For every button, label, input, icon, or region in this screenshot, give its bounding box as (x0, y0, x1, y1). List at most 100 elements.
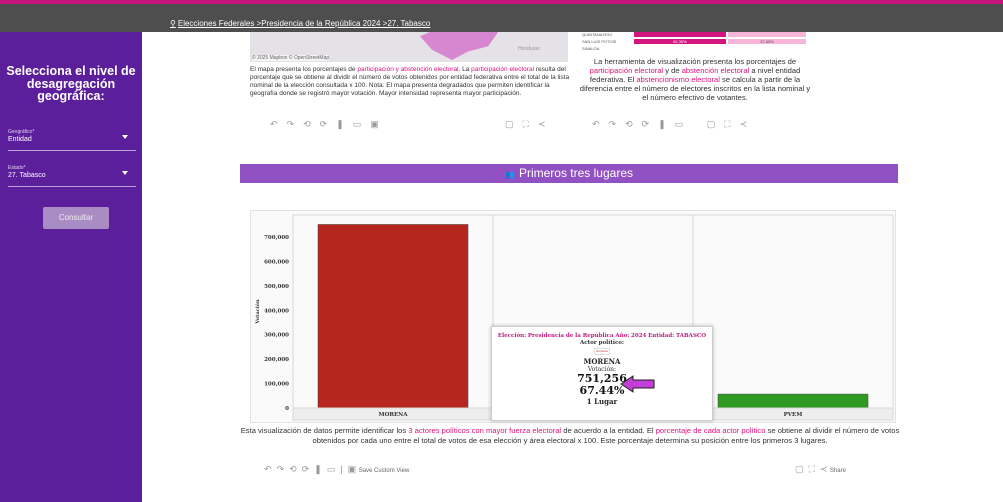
tooltip-percent: 67.44% (579, 384, 625, 397)
refresh-icon[interactable]: ⟳ (302, 464, 310, 474)
save-view-icon[interactable]: ▣ (348, 464, 357, 474)
tableau-toolbar-chart: ↶ ↷ ⟲ ⟳ ❚ ▭ | ▣ Save Custom View (264, 464, 410, 474)
map-place-label: Honduras (518, 46, 540, 52)
table-row: SINALOA (582, 46, 808, 51)
people-icon: 👥 (504, 170, 515, 179)
bar (717, 393, 869, 409)
text: . La (458, 66, 472, 73)
sidebar-title: Selecciona el nivel de desagregación geo… (6, 64, 136, 103)
tableau-toolbar-map-right: ▢ ⛶ ≺ (505, 119, 554, 131)
share-icon[interactable]: ≺ (820, 464, 828, 474)
view-icon[interactable]: ▣ (370, 119, 379, 130)
table-row: SAN LUIS POTOSÍ 62.35% 37.65% (582, 39, 808, 44)
chevron-down-icon[interactable] (122, 135, 128, 139)
revert-icon[interactable]: ⟲ (625, 119, 633, 130)
tooltip: Elección: Presidencia de la República Añ… (491, 326, 713, 421)
tooltip-party: MORENA (583, 357, 621, 366)
share-icon[interactable]: ≺ (740, 119, 748, 130)
replay-icon[interactable]: ▭ (675, 119, 684, 130)
text: de acuerdo a la entidad. El (561, 426, 656, 435)
share-button[interactable]: Share (830, 468, 846, 474)
consultar-button[interactable]: Consultar (43, 207, 109, 229)
viz-description: La herramienta de visualización presenta… (578, 57, 812, 102)
participation-bar: 62.35% (634, 39, 726, 44)
tooltip-actor-label: Actor político: (579, 340, 624, 346)
highlight: abstención electoral (681, 66, 750, 75)
participation-bar (634, 32, 726, 37)
tooltip-label: Elección: (497, 333, 527, 339)
y-tick-label: 700,000 (264, 235, 289, 241)
estado-value[interactable]: 27. Tabasco (8, 172, 130, 179)
tableau-toolbar-viz: ↶ ↷ ⟲ ⟳ ❚ ▭ ▢ ⛶ ≺ (592, 119, 756, 131)
highlight: 3 actores políticos con mayor fuerza ele… (408, 426, 562, 435)
highlight: participación electoral (589, 66, 664, 75)
bar (317, 224, 469, 409)
redo-icon[interactable]: ↷ (277, 464, 285, 474)
geografico-label: Geográfico* (8, 129, 35, 135)
y-axis-label: Votación (254, 299, 261, 325)
y-tick-label: 0 (285, 406, 289, 412)
undo-icon[interactable]: ↶ (270, 119, 278, 130)
tooltip-entity: TABASCO (675, 333, 707, 339)
text: La herramienta de visualización presenta… (593, 57, 797, 66)
y-tick-label: 200,000 (264, 357, 289, 363)
field-underline (8, 150, 136, 151)
field-underline (8, 186, 136, 187)
pause-icon[interactable]: ❚ (314, 464, 322, 474)
save-custom-view-button[interactable]: Save Custom View (359, 468, 410, 474)
highlight: participación electoral (471, 66, 535, 73)
tooltip-label: Año: (615, 333, 630, 339)
highlight: porcentaje de cada actor político (655, 426, 766, 435)
pin-icon: ⚲ (170, 19, 176, 28)
revert-icon[interactable]: ⟲ (289, 464, 297, 474)
revert-icon[interactable]: ⟲ (303, 119, 311, 130)
y-tick-label: 400,000 (264, 308, 289, 314)
estado-label: Estado* (8, 165, 26, 171)
map-description: El mapa presenta los porcentajes de part… (250, 66, 570, 98)
breadcrumb-bar (0, 4, 1003, 32)
breadcrumb[interactable]: ⚲ Elecciones Federales >Presidencia de la… (170, 19, 430, 28)
tooltip-year: 2024 (631, 333, 647, 339)
tooltip-election: Presidencia de la República (527, 333, 614, 339)
tooltip-place: 1 Lugar (586, 397, 618, 406)
refresh-icon[interactable]: ⟳ (642, 119, 650, 130)
undo-icon[interactable]: ↶ (264, 464, 272, 474)
replay-icon[interactable]: ▭ (327, 464, 336, 474)
replay-icon[interactable]: ▭ (353, 119, 362, 130)
highlight: abstencionismo electoral (636, 75, 720, 84)
y-tick-label: 300,000 (264, 333, 289, 339)
sidebar: Selecciona el nivel de desagregación geo… (0, 32, 142, 502)
tableau-toolbar-chart-right: ▢ ⛶ ≺ Share (795, 464, 846, 475)
tabasco-region-shape (420, 32, 500, 60)
table-row: QUINTANA ROO (582, 32, 808, 37)
estado-select[interactable]: Estado* 27. Tabasco (8, 165, 136, 187)
highlight: participación y abstención electoral (357, 66, 459, 73)
comment-icon[interactable]: ▢ (707, 119, 716, 130)
abstention-bar: 37.65% (728, 39, 806, 44)
row-name: SAN LUIS POTOSÍ (582, 39, 632, 44)
redo-icon[interactable]: ↷ (287, 119, 295, 130)
map-view[interactable]: Honduras © 2025 Mapbox © OpenStreetMap (250, 32, 568, 62)
geografico-select[interactable]: Geográfico* Entidad (8, 129, 136, 151)
fullscreen-icon[interactable]: ⛶ (809, 464, 815, 474)
section-header: 👥 Primeros tres lugares (240, 164, 898, 183)
tooltip-header: Elección: Presidencia de la República Añ… (492, 333, 712, 339)
undo-icon[interactable]: ↶ (592, 119, 600, 130)
y-tick-label: 600,000 (264, 259, 289, 265)
fullscreen-icon[interactable]: ⛶ (523, 119, 529, 130)
pause-icon[interactable]: ❚ (658, 119, 666, 130)
category-label: MORENA (379, 412, 409, 418)
comment-icon[interactable]: ▢ (795, 464, 804, 474)
refresh-icon[interactable]: ⟳ (320, 119, 328, 130)
redo-icon[interactable]: ↷ (609, 119, 617, 130)
fullscreen-icon[interactable]: ⛶ (724, 119, 730, 130)
category-label: PVEM (784, 412, 803, 418)
share-icon[interactable]: ≺ (538, 119, 546, 130)
pause-icon[interactable]: ❚ (336, 119, 344, 130)
map-credit: © 2025 Mapbox © OpenStreetMap (252, 55, 330, 61)
breadcrumb-text[interactable]: Elecciones Federales >Presidencia de la … (178, 19, 430, 28)
arrow-left-icon (620, 375, 655, 393)
geografico-value[interactable]: Entidad (8, 136, 130, 143)
chevron-down-icon[interactable] (122, 171, 128, 175)
comment-icon[interactable]: ▢ (505, 119, 514, 130)
